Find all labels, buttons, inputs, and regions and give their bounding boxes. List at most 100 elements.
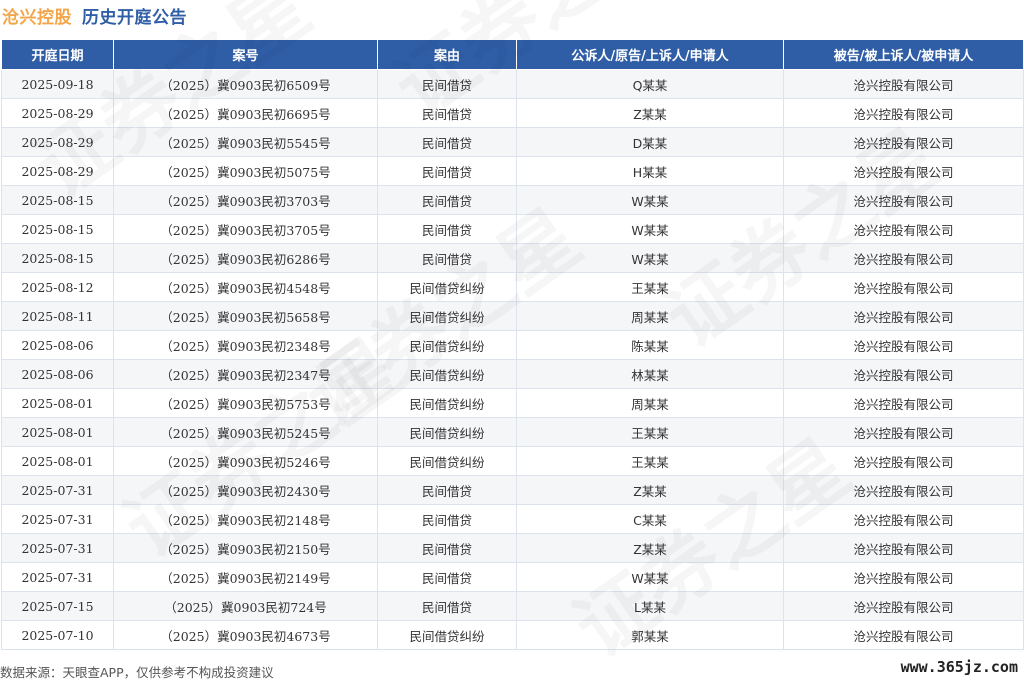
cell-cause: 民间借贷: [377, 591, 517, 621]
cell-case-number: （2025）冀0903民初2150号: [113, 533, 378, 563]
page: 沧兴控股 历史开庭公告 开庭日期 案号 案由 公诉人/原告/上诉人/申请人 被告…: [0, 0, 1024, 680]
cell-defendant: 沧兴控股有限公司: [783, 620, 1024, 650]
cell-cause: 民间借贷纠纷: [377, 417, 517, 447]
cell-cause: 民间借贷: [377, 69, 517, 99]
cell-case-number: （2025）冀0903民初2347号: [113, 359, 378, 389]
cell-defendant: 沧兴控股有限公司: [783, 98, 1024, 128]
cell-defendant: 沧兴控股有限公司: [783, 127, 1024, 157]
cell-case-number: （2025）冀0903民初2430号: [113, 475, 378, 505]
table-row: 2025-08-12 （2025）冀0903民初4548号 民间借贷纠纷 王某某 沧兴控…: [1, 272, 1024, 302]
cell-defendant: 沧兴控股有限公司: [783, 591, 1024, 621]
data-source-note: 数据来源：天眼查APP，仅供参考不构成投资建议: [0, 665, 274, 680]
cell-defendant: 沧兴控股有限公司: [783, 417, 1024, 447]
cell-plaintiff: 周某某: [516, 301, 784, 331]
cell-defendant: 沧兴控股有限公司: [783, 243, 1024, 273]
cell-cause: 民间借贷: [377, 185, 517, 215]
table-row: 2025-07-10 （2025）冀0903民初4673号 民间借贷纠纷 郭某某 沧兴控…: [1, 620, 1024, 650]
table-header-row: 开庭日期 案号 案由 公诉人/原告/上诉人/申请人 被告/被上诉人/被申请人: [1, 39, 1024, 70]
table-row: 2025-08-06 （2025）冀0903民初2347号 民间借贷纠纷 林某某 沧兴控…: [1, 359, 1024, 389]
cell-plaintiff: 陈某某: [516, 330, 784, 360]
table-row: 2025-08-01 （2025）冀0903民初5245号 民间借贷纠纷 王某某 沧兴控…: [1, 417, 1024, 447]
cell-cause: 民间借贷: [377, 504, 517, 534]
column-header-cause: 案由: [377, 39, 517, 70]
table-row: 2025-07-31 （2025）冀0903民初2148号 民间借贷 C某某 沧兴控股有…: [1, 504, 1024, 534]
cell-cause: 民间借贷: [377, 127, 517, 157]
cell-plaintiff: 林某某: [516, 359, 784, 389]
cell-plaintiff: 周某某: [516, 388, 784, 418]
cell-cause: 民间借贷: [377, 98, 517, 128]
cell-defendant: 沧兴控股有限公司: [783, 301, 1024, 331]
cell-date: 2025-08-15: [1, 185, 114, 215]
table-row: 2025-08-29 （2025）冀0903民初6695号 民间借贷 Z某某 沧兴控股有…: [1, 98, 1024, 128]
cell-case-number: （2025）冀0903民初3703号: [113, 185, 378, 215]
cell-date: 2025-07-15: [1, 591, 114, 621]
cell-case-number: （2025）冀0903民初6286号: [113, 243, 378, 273]
cell-date: 2025-07-10: [1, 620, 114, 650]
cell-case-number: （2025）冀0903民初6695号: [113, 98, 378, 128]
cell-case-number: （2025）冀0903民初5658号: [113, 301, 378, 331]
cell-plaintiff: W某某: [516, 185, 784, 215]
cell-defendant: 沧兴控股有限公司: [783, 185, 1024, 215]
cell-plaintiff: Z某某: [516, 98, 784, 128]
cell-case-number: （2025）冀0903民初2348号: [113, 330, 378, 360]
column-header-case-number: 案号: [113, 39, 378, 70]
table-row: 2025-08-15 （2025）冀0903民初3703号 民间借贷 W某某 沧兴控股有…: [1, 185, 1024, 215]
table-row: 2025-07-15 （2025）冀0903民初724号 民间借贷 L某某 沧兴控股有限…: [1, 591, 1024, 621]
report-title-bar: 沧兴控股 历史开庭公告: [0, 0, 187, 30]
cell-cause: 民间借贷纠纷: [377, 301, 517, 331]
cell-case-number: （2025）冀0903民初724号: [113, 591, 378, 621]
cell-cause: 民间借贷纠纷: [377, 359, 517, 389]
cell-defendant: 沧兴控股有限公司: [783, 272, 1024, 302]
cell-plaintiff: Z某某: [516, 475, 784, 505]
cell-defendant: 沧兴控股有限公司: [783, 388, 1024, 418]
cell-cause: 民间借贷: [377, 475, 517, 505]
site-watermark-url: www.365jz.com: [900, 658, 1018, 676]
table-row: 2025-08-15 （2025）冀0903民初3705号 民间借贷 W某某 沧兴控股有…: [1, 214, 1024, 244]
cell-plaintiff: 郭某某: [516, 620, 784, 650]
cell-plaintiff: W某某: [516, 214, 784, 244]
cell-cause: 民间借贷纠纷: [377, 330, 517, 360]
table-row: 2025-08-11 （2025）冀0903民初5658号 民间借贷纠纷 周某某 沧兴控…: [1, 301, 1024, 331]
cell-case-number: （2025）冀0903民初5245号: [113, 417, 378, 447]
company-name: 沧兴控股: [2, 7, 72, 28]
cell-case-number: （2025）冀0903民初3705号: [113, 214, 378, 244]
cell-plaintiff: L某某: [516, 591, 784, 621]
cell-case-number: （2025）冀0903民初4673号: [113, 620, 378, 650]
cell-defendant: 沧兴控股有限公司: [783, 475, 1024, 505]
cell-plaintiff: Z某某: [516, 533, 784, 563]
cell-date: 2025-07-31: [1, 504, 114, 534]
cell-date: 2025-08-01: [1, 388, 114, 418]
cell-plaintiff: W某某: [516, 562, 784, 592]
cell-defendant: 沧兴控股有限公司: [783, 214, 1024, 244]
table-row: 2025-08-29 （2025）冀0903民初5545号 民间借贷 D某某 沧兴控股有…: [1, 127, 1024, 157]
column-header-defendant: 被告/被上诉人/被申请人: [783, 39, 1024, 70]
cell-case-number: （2025）冀0903民初5545号: [113, 127, 378, 157]
column-header-date: 开庭日期: [1, 39, 114, 70]
table-row: 2025-07-31 （2025）冀0903民初2430号 民间借贷 Z某某 沧兴控股有…: [1, 475, 1024, 505]
table-row: 2025-08-06 （2025）冀0903民初2348号 民间借贷纠纷 陈某某 沧兴控…: [1, 330, 1024, 360]
cell-plaintiff: H某某: [516, 156, 784, 186]
cell-defendant: 沧兴控股有限公司: [783, 69, 1024, 99]
cell-cause: 民间借贷: [377, 562, 517, 592]
cell-plaintiff: C某某: [516, 504, 784, 534]
cell-plaintiff: W某某: [516, 243, 784, 273]
cell-date: 2025-07-31: [1, 475, 114, 505]
cell-plaintiff: Q某某: [516, 69, 784, 99]
cell-plaintiff: 王某某: [516, 417, 784, 447]
cell-case-number: （2025）冀0903民初5075号: [113, 156, 378, 186]
cell-cause: 民间借贷纠纷: [377, 388, 517, 418]
cell-date: 2025-07-31: [1, 533, 114, 563]
cell-case-number: （2025）冀0903民初5246号: [113, 446, 378, 476]
cell-date: 2025-08-29: [1, 156, 114, 186]
cell-plaintiff: 王某某: [516, 446, 784, 476]
cell-case-number: （2025）冀0903民初2149号: [113, 562, 378, 592]
cell-defendant: 沧兴控股有限公司: [783, 156, 1024, 186]
cell-defendant: 沧兴控股有限公司: [783, 446, 1024, 476]
table-body: 2025-09-18 （2025）冀0903民初6509号 民间借贷 Q某某 沧兴控股有…: [1, 69, 1024, 650]
cell-defendant: 沧兴控股有限公司: [783, 359, 1024, 389]
cell-date: 2025-08-29: [1, 127, 114, 157]
cell-plaintiff: 王某某: [516, 272, 784, 302]
cell-cause: 民间借贷纠纷: [377, 620, 517, 650]
cell-defendant: 沧兴控股有限公司: [783, 533, 1024, 563]
cell-date: 2025-08-29: [1, 98, 114, 128]
